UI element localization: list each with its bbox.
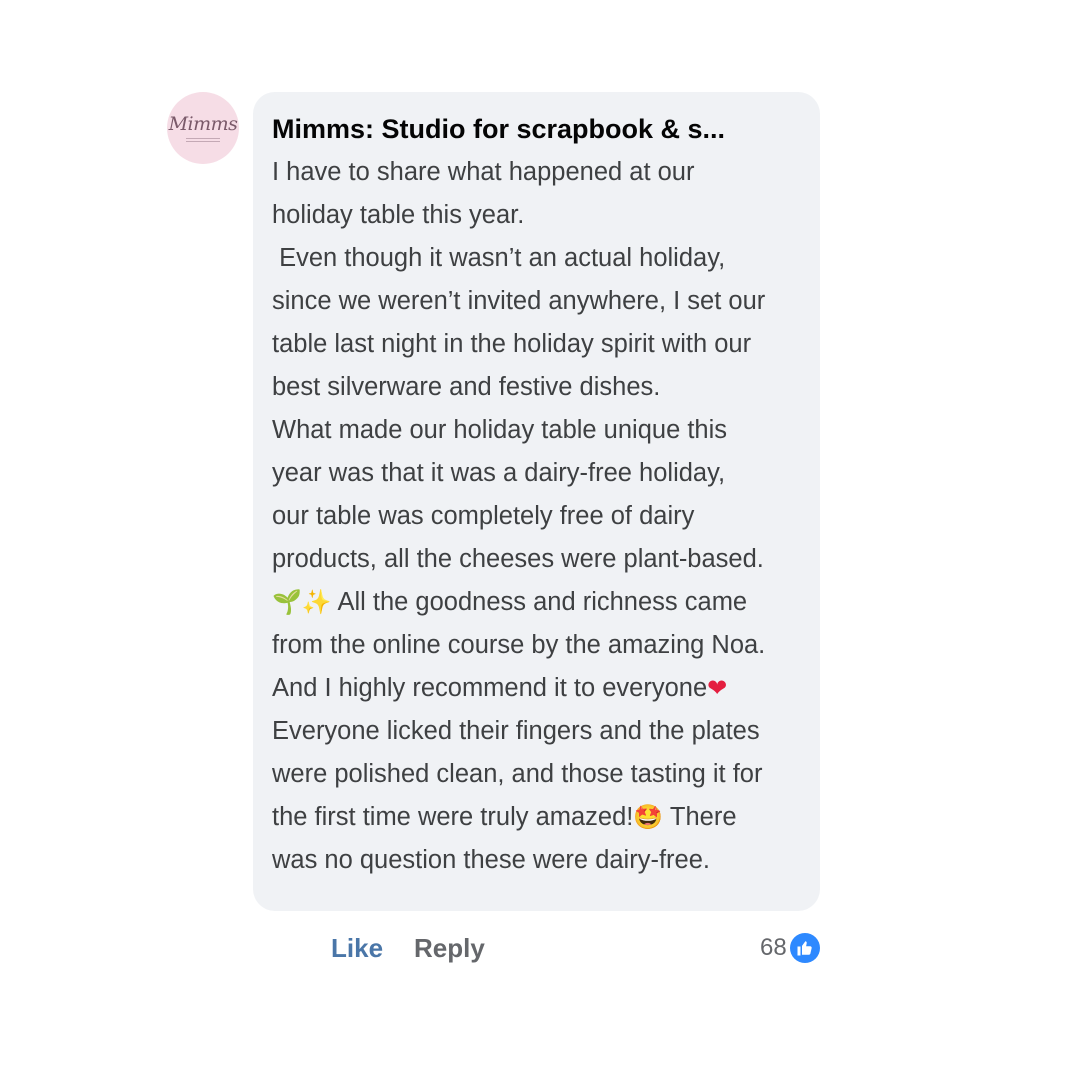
comment-line: What made our holiday table unique this — [272, 416, 728, 444]
comment-author-name[interactable]: Mimms: Studio for scrapbook & s... — [272, 110, 801, 148]
reply-button[interactable]: Reply — [414, 933, 485, 964]
comment-line-text: All the goodness and richness came — [331, 588, 748, 616]
comment-line-text: There — [663, 803, 737, 831]
comment-line: Everyone licked their fingers and the pl… — [272, 717, 760, 745]
comment-line: since we weren’t invited anywhere, I set… — [272, 287, 766, 315]
reaction-count: 68 — [760, 934, 787, 961]
avatar-decorative-line — [186, 137, 220, 142]
comment-bubble: Mimms: Studio for scrapbook & s... I hav… — [253, 92, 820, 911]
comment-line: were polished clean, and those tasting i… — [272, 760, 763, 788]
reaction-summary[interactable]: 68 — [760, 932, 820, 964]
seedling-emoji-icon: 🌱 — [272, 588, 302, 616]
author-avatar[interactable]: Mimms — [167, 92, 239, 164]
brand-logo-avatar: Mimms — [168, 112, 238, 135]
comment-actions: Like Reply — [331, 928, 485, 968]
comment-line: 🌱✨ All the goodness and richness came — [272, 581, 801, 624]
comment-line: holiday table this year. — [272, 201, 525, 229]
comment-line: best silverware and festive dishes. — [272, 373, 661, 401]
comment-line: I have to share what happened at our — [272, 158, 695, 186]
comment-line: was no question these were dairy-free. — [272, 846, 710, 874]
like-button[interactable]: Like — [331, 933, 383, 964]
comment-line-text: And I highly recommend it to everyone — [272, 674, 708, 702]
star-struck-emoji-icon: 🤩 — [633, 803, 664, 831]
heart-emoji-icon: ❤ — [707, 674, 728, 702]
comment-line: our table was completely free of dairy — [272, 502, 695, 530]
comment-line: year was that it was a dairy-free holida… — [272, 459, 726, 487]
thumbs-up-glyph — [797, 941, 812, 956]
comment-line: the first time were truly amazed!🤩 There — [272, 796, 801, 839]
comment-line: products, all the cheeses were plant-bas… — [272, 545, 764, 573]
comment-line-text: the first time were truly amazed! — [272, 803, 634, 831]
comment-line: from the online course by the amazing No… — [272, 631, 766, 659]
sparkles-emoji-icon: ✨ — [301, 588, 332, 616]
comment-body: I have to share what happened at our hol… — [272, 151, 801, 882]
thumbs-up-icon — [789, 933, 820, 963]
comment-line: Even though it wasn’t an actual holiday, — [272, 244, 726, 272]
comment-line: And I highly recommend it to everyone❤ — [272, 667, 801, 710]
comment-line: table last night in the holiday spirit w… — [272, 330, 752, 358]
